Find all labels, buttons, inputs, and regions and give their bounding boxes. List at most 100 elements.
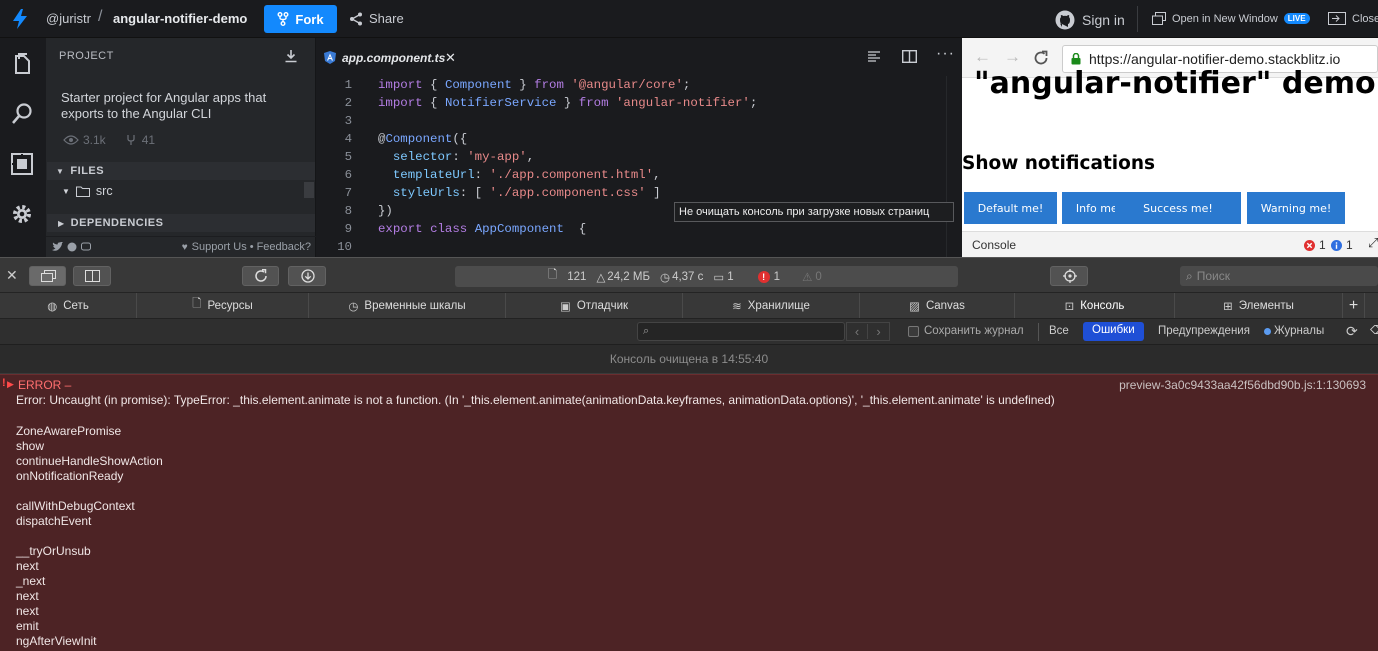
next-match-icon[interactable]: › — [868, 324, 889, 339]
code-line[interactable]: 5 selector: 'my-app', — [316, 148, 962, 166]
stack-frame[interactable]: __tryOrUnsub — [16, 544, 163, 559]
code-line[interactable]: 10 — [316, 238, 962, 256]
close-devtools-icon[interactable]: ✕ — [6, 267, 18, 284]
open-new-window-button[interactable]: Open in New Window LIVE — [1152, 12, 1310, 25]
clear-console-icon[interactable]: ⌫ — [1370, 323, 1378, 337]
default-me-button[interactable]: Default me! — [964, 192, 1057, 224]
line-code: import { Component } from '@angular/core… — [378, 76, 690, 94]
code-line[interactable]: 9 export class AppComponent { — [316, 220, 962, 238]
element-picker-button[interactable] — [1050, 266, 1088, 286]
fork-button[interactable]: Fork — [264, 5, 337, 33]
download-archive-button[interactable] — [288, 266, 326, 286]
footer-separator: • — [249, 241, 254, 253]
discord-icon[interactable] — [81, 242, 91, 252]
more-options-icon[interactable]: ··· — [936, 45, 955, 63]
stack-frame[interactable]: callWithDebugContext — [16, 499, 163, 514]
filter-logs[interactable]: Журналы — [1264, 325, 1324, 337]
extensions-icon[interactable] — [8, 150, 36, 178]
code-area[interactable]: 1 import { Component } from '@angular/cor… — [316, 76, 962, 256]
stack-frame[interactable]: _next — [16, 574, 163, 589]
stack-frame[interactable]: ngAfterViewInit — [16, 634, 163, 649]
info-icon — [1331, 239, 1342, 251]
expand-error-icon[interactable]: ▶ — [7, 379, 17, 390]
close-tab-icon[interactable]: ✕ — [445, 50, 456, 66]
tab-resources[interactable]: 🗋 Ресурсы — [137, 293, 309, 318]
files-section-header[interactable]: ▼ FILES — [47, 162, 315, 180]
code-line[interactable]: 2 import { NotifierService } from 'angula… — [316, 94, 962, 112]
owner-link[interactable]: @juristr — [46, 11, 91, 26]
tab-debugger[interactable]: ▣ Отладчик — [506, 293, 683, 318]
filter-input[interactable]: ⌕ — [637, 322, 845, 341]
tab-console[interactable]: ⊡ Консоль — [1015, 293, 1175, 318]
preserve-log-checkbox[interactable]: Сохранить журнал — [908, 325, 1024, 337]
stack-frame[interactable]: ZoneAwarePromise — [16, 424, 163, 439]
stack-frame[interactable]: next — [16, 559, 163, 574]
project-stats: 3.1k 41 — [63, 133, 155, 147]
error-source-link[interactable]: preview-3a0c9433aa42f56dbd90b.js:1:13069… — [1119, 378, 1366, 392]
dock-separate-button[interactable] — [29, 266, 66, 286]
filter-all[interactable]: Все — [1049, 325, 1069, 337]
preview-console-bar[interactable]: Console 1 1 ⤢ — [962, 231, 1378, 257]
code-line[interactable]: 3 — [316, 112, 962, 130]
sidebar-scrollbar[interactable] — [304, 182, 314, 198]
warning-me-button[interactable]: Warning me! — [1247, 192, 1345, 224]
stack-frame[interactable]: dispatchEvent — [16, 514, 163, 529]
gear-icon[interactable] — [8, 200, 36, 228]
forward-icon[interactable]: → — [1004, 47, 1021, 67]
prev-match-icon[interactable]: ‹ — [847, 324, 869, 339]
back-icon[interactable]: ← — [974, 47, 991, 67]
stack-frame[interactable]: show — [16, 439, 163, 454]
folder-src[interactable]: ▼ src — [62, 184, 113, 198]
tab-elements[interactable]: ⊞ Элементы — [1175, 293, 1343, 318]
filter-warnings[interactable]: Предупреждения — [1158, 325, 1250, 337]
stack-frame[interactable]: continueHandleShowAction — [16, 454, 163, 469]
close-preview-button[interactable]: Close — [1328, 12, 1378, 25]
transfer-size: 24,2 МБ — [607, 270, 651, 283]
editor-scrollbar[interactable] — [946, 76, 960, 257]
code-line[interactable]: 4 @Component({ — [316, 130, 962, 148]
info-count-text: 1 — [1346, 238, 1353, 252]
add-tab-button[interactable]: + — [1343, 293, 1365, 318]
github-small-icon[interactable] — [67, 242, 77, 252]
format-icon[interactable] — [868, 51, 880, 62]
devtools-search[interactable]: ⌕ Поиск — [1180, 266, 1378, 286]
twitter-icon[interactable] — [52, 242, 63, 252]
stack-frame[interactable]: onNotificationReady — [16, 469, 163, 484]
signin-button[interactable]: Sign in — [1055, 10, 1125, 30]
code-token: , — [653, 168, 661, 182]
line-number: 1 — [344, 78, 352, 92]
download-icon[interactable] — [284, 49, 298, 63]
code-line[interactable]: 1 import { Component } from '@angular/cor… — [316, 76, 962, 94]
feedback-link[interactable]: Feedback? — [257, 241, 311, 253]
reload-icon[interactable] — [1033, 50, 1049, 66]
code-token: 'angular-notifier' — [615, 96, 750, 110]
stackblitz-logo-icon[interactable] — [12, 9, 28, 29]
files-icon[interactable] — [8, 50, 36, 78]
split-view-icon[interactable] — [902, 50, 917, 63]
tab-timelines[interactable]: ◷ Временные шкалы — [309, 293, 506, 318]
stack-frame[interactable]: next — [16, 589, 163, 604]
dependencies-section-header[interactable]: ▶ DEPENDENCIES — [47, 214, 315, 232]
search-small-icon: ⌕ — [1186, 268, 1193, 283]
project-name[interactable]: angular-notifier-demo — [113, 11, 247, 26]
stack-frame[interactable]: emit — [16, 619, 163, 634]
editor-tab[interactable]: app.component.ts ✕ — [316, 38, 462, 77]
size-icon: △ — [596, 271, 606, 284]
filter-errors[interactable]: Ошибки — [1083, 322, 1144, 341]
console-error-entry: ! ▶ ERROR – preview-3a0c9433aa42f56dbd90… — [0, 374, 1378, 651]
refresh-console-icon[interactable]: ⟳ — [1346, 323, 1358, 340]
reload-page-button[interactable] — [242, 266, 279, 286]
tab-storage[interactable]: ≋ Хранилище — [683, 293, 860, 318]
tab-canvas[interactable]: ▨ Canvas — [860, 293, 1015, 318]
stack-frame[interactable]: next — [16, 604, 163, 619]
success-me-button[interactable]: Success me! — [1115, 192, 1241, 224]
support-link[interactable]: Support Us — [192, 241, 247, 253]
search-icon[interactable] — [8, 100, 36, 128]
dock-side-button[interactable] — [73, 266, 111, 286]
share-button[interactable]: Share — [349, 11, 404, 26]
expand-console-icon[interactable]: ⤢ — [1368, 235, 1378, 251]
tab-network[interactable]: ◍ Сеть — [0, 293, 137, 318]
code-line[interactable]: 7 styleUrls: [ './app.component.css' ] — [316, 184, 962, 202]
checkbox-box[interactable] — [908, 325, 919, 337]
code-line[interactable]: 6 templateUrl: './app.component.html', — [316, 166, 962, 184]
